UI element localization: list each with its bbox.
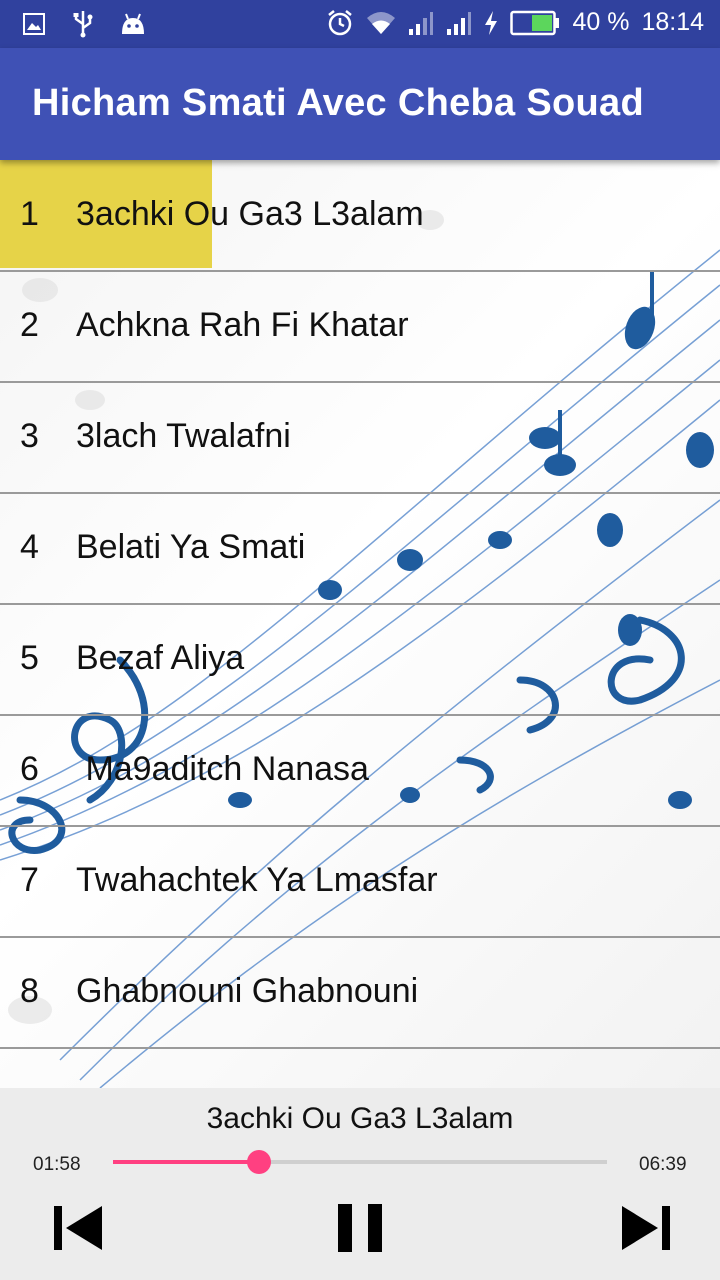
list-item[interactable]: 5 Bezaf Aliya <box>0 604 720 716</box>
track-title: 3achki Ou Ga3 L3alam <box>76 195 424 233</box>
now-playing-title: 3achki Ou Ga3 L3alam <box>206 1102 514 1135</box>
track-number: 6 <box>20 750 39 788</box>
track-title: Achkna Rah Fi Khatar <box>76 306 409 344</box>
song-list[interactable]: 1 3achki Ou Ga3 L3alam 2 Achkna Rah Fi K… <box>0 160 720 1088</box>
track-title: Twahachtek Ya Lmasfar <box>76 861 438 899</box>
track-number: 8 <box>20 972 39 1010</box>
previous-icon[interactable] <box>48 1196 112 1260</box>
image-icon <box>23 13 45 35</box>
track-number: 5 <box>20 639 39 677</box>
list-item[interactable]: 8 Ghabnouni Ghabnouni <box>0 937 720 1049</box>
list-item[interactable]: 3 3lach Twalafni <box>0 382 720 494</box>
track-number: 2 <box>20 306 39 344</box>
list-item[interactable]: 7 Twahachtek Ya Lmasfar <box>0 826 720 938</box>
seek-thumb[interactable] <box>247 1150 272 1174</box>
track-title: Belati Ya Smati <box>76 528 306 566</box>
usb-icon <box>73 11 93 38</box>
track-number: 3 <box>20 417 39 455</box>
track-title: Ghabnouni Ghabnouni <box>76 972 419 1010</box>
pause-icon[interactable] <box>328 1196 392 1260</box>
app-title: Hicham Smati Avec Cheba Souad <box>32 82 644 124</box>
list-item[interactable]: 4 Belati Ya Smati <box>0 493 720 605</box>
battery-percent: 40 % <box>572 8 630 36</box>
charging-icon <box>485 10 498 35</box>
clock: 18:14 <box>641 8 704 36</box>
elapsed-time: 01:58 <box>33 1154 81 1175</box>
track-number: 7 <box>20 861 39 899</box>
track-number: 1 <box>20 195 39 233</box>
track-title: Bezaf Aliya <box>76 639 245 677</box>
battery-icon <box>510 10 560 35</box>
list-item[interactable]: 6 Ma9aditch Nanasa <box>0 715 720 827</box>
track-number: 4 <box>20 528 39 566</box>
track-title: Ma9aditch Nanasa <box>76 750 369 788</box>
track-title: 3lach Twalafni <box>76 417 291 455</box>
wifi-icon <box>367 11 396 34</box>
list-item[interactable]: 2 Achkna Rah Fi Khatar <box>0 271 720 383</box>
player-panel: 3achki Ou Ga3 L3alam 01:58 06:39 <box>0 1088 720 1280</box>
seek-bar[interactable] <box>113 1150 607 1174</box>
status-bar: 40 % 18:14 <box>0 0 720 48</box>
android-icon <box>122 13 144 34</box>
duration-time: 06:39 <box>639 1154 687 1175</box>
next-icon[interactable] <box>612 1196 676 1260</box>
app-bar: Hicham Smati Avec Cheba Souad <box>0 48 720 160</box>
signal-icon <box>447 11 472 35</box>
seek-progress <box>113 1160 260 1164</box>
list-item[interactable]: 1 3achki Ou Ga3 L3alam <box>0 160 720 272</box>
alarm-icon <box>328 9 353 35</box>
signal-icon <box>409 11 434 35</box>
